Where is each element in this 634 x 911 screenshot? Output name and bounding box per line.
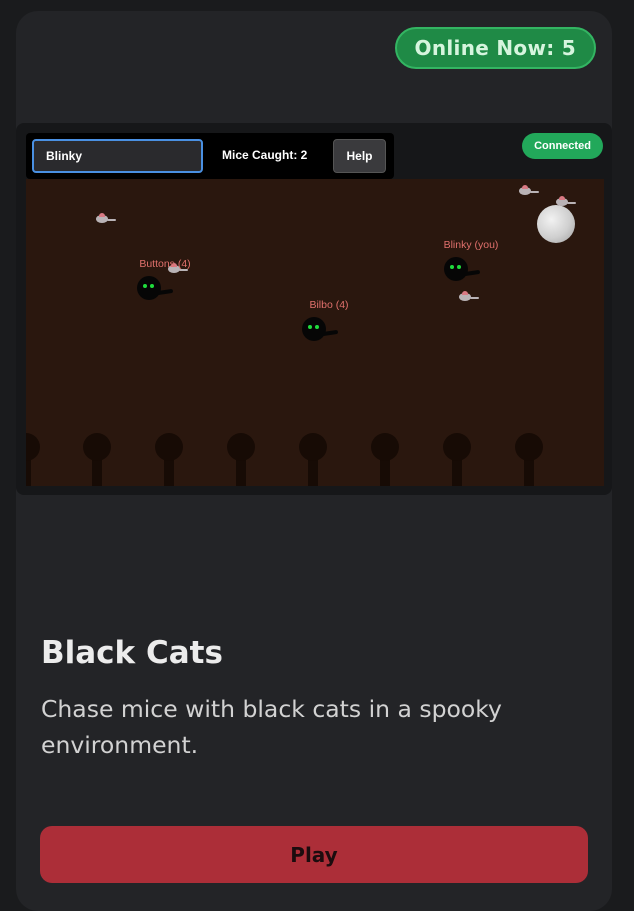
connection-status-badge: Connected [522, 133, 603, 159]
mouse-icon [556, 196, 576, 208]
player-label: Bilbo (4) [309, 299, 349, 311]
player-name-input[interactable] [32, 139, 203, 173]
black-cat-icon [137, 276, 177, 300]
help-button[interactable]: Help [333, 139, 386, 173]
mouse-icon [96, 213, 116, 225]
black-cat-icon [444, 257, 484, 281]
moon-icon [537, 205, 575, 243]
play-button[interactable]: Play [40, 826, 588, 883]
game-description: Chase mice with black cats in a spooky e… [41, 695, 502, 759]
mouse-icon [519, 185, 539, 197]
player-label: Blinky (you) [443, 239, 499, 251]
player-label: Buttons (4) [139, 258, 191, 270]
game-title: Black Cats [41, 635, 223, 671]
mice-caught-counter: Mice Caught: 2 [222, 148, 308, 162]
mouse-icon [459, 291, 479, 303]
online-now-badge: Online Now: 5 [394, 27, 596, 69]
game-field[interactable]: Buttons (4) Bilbo (4) Blinky (you) [26, 179, 604, 486]
game-card: Online Now: 5 Buttons (4) Bilbo (4) Blin… [16, 11, 612, 911]
game-preview: Buttons (4) Bilbo (4) Blinky (you) Mice … [16, 123, 612, 495]
black-cat-icon [302, 317, 342, 341]
game-hud: Mice Caught: 2 Help [26, 133, 394, 179]
